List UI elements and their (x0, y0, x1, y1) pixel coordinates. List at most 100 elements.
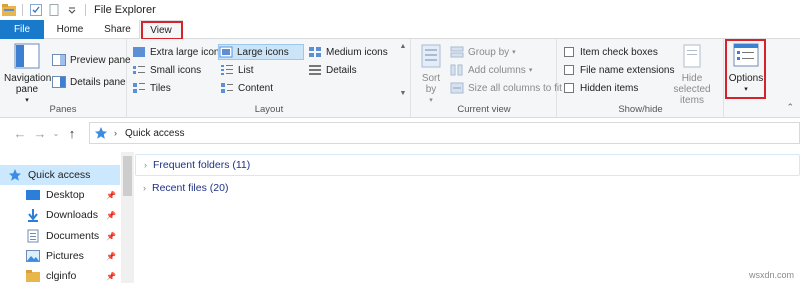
navigation-pane-label: Navigation pane (4, 73, 52, 95)
sort-by-button[interactable]: Sort by ▾ (416, 43, 446, 106)
item-check-boxes-checkbox[interactable] (564, 47, 574, 57)
highlight-box (725, 39, 766, 99)
details-pane-icon (52, 75, 66, 89)
navigation-pane: Quick access Desktop 📌 Downloads 📌 Docum… (0, 160, 120, 283)
navigation-pane-button[interactable]: Navigation pane ▾ (4, 43, 52, 106)
details-pane-label: Details pane (70, 76, 126, 88)
small-icons-label: Small icons (150, 64, 202, 76)
current-view-group-label: Current view (457, 104, 511, 115)
preview-pane-button[interactable]: Preview pane (52, 52, 131, 68)
divider (85, 4, 86, 16)
hide-selected-items-icon (683, 44, 701, 68)
add-columns-button[interactable]: Add columns ▾ (450, 62, 532, 78)
medium-icons-label: Medium icons (326, 46, 388, 58)
hide-selected-items-button[interactable]: Hide selected items (662, 43, 722, 106)
pin-icon[interactable]: 📌 (106, 272, 116, 281)
recent-files-group[interactable]: › Recent files (20) (135, 177, 800, 199)
group-by-icon (450, 45, 464, 59)
customize-toolbar-icon[interactable] (63, 1, 81, 19)
breadcrumb-chevron-icon[interactable]: › (114, 128, 117, 138)
medium-icons-icon (308, 45, 322, 59)
title-bar: File Explorer (0, 0, 800, 20)
scroll-down-icon[interactable]: ▼ (400, 90, 407, 97)
tab-view[interactable]: View (139, 20, 183, 40)
size-all-columns-button[interactable]: Size all columns to fit (450, 80, 562, 96)
address-bar[interactable]: › Quick access (89, 122, 800, 144)
large-icons-label: Large icons (237, 46, 289, 58)
quick-access-star-icon (95, 127, 107, 139)
hidden-items-checkbox[interactable] (564, 83, 574, 93)
content-label: Content (238, 82, 274, 94)
details-label: Details (326, 64, 357, 76)
small-icons-option[interactable]: Small icons (132, 62, 201, 78)
hidden-items-toggle[interactable]: Hidden items (564, 80, 638, 96)
content-option[interactable]: Content (220, 80, 273, 96)
nav-item-downloads[interactable]: Downloads 📌 (0, 205, 120, 225)
chevron-right-icon[interactable]: › (143, 183, 146, 193)
highlight-box (141, 21, 183, 40)
nav-pane-scrollbar[interactable] (121, 152, 134, 283)
new-folder-icon[interactable] (45, 1, 63, 19)
tab-share[interactable]: Share (96, 20, 139, 39)
medium-icons-option[interactable]: Medium icons (308, 44, 388, 60)
breadcrumb-quick-access[interactable]: Quick access (125, 128, 184, 139)
group-by-button[interactable]: Group by ▾ (450, 44, 516, 60)
list-option[interactable]: List (220, 62, 254, 78)
hide-selected-items-label: Hide selected items (673, 73, 711, 106)
sort-by-label: Sort by (421, 73, 441, 95)
tab-file[interactable]: File (0, 20, 44, 39)
tiles-option[interactable]: Tiles (132, 80, 171, 96)
sort-by-icon (421, 44, 441, 68)
folder-icon[interactable] (0, 1, 18, 19)
scrollbar-thumb[interactable] (123, 156, 132, 196)
details-view-icon (308, 63, 322, 77)
item-check-boxes-toggle[interactable]: Item check boxes (564, 44, 658, 60)
divider (22, 4, 23, 16)
forward-icon[interactable]: → (30, 126, 50, 141)
details-pane-button[interactable]: Details pane (52, 74, 126, 90)
pin-icon[interactable]: 📌 (106, 191, 116, 200)
collapse-ribbon-icon[interactable]: ⌃ (786, 102, 794, 113)
nav-item-pictures[interactable]: Pictures 📌 (0, 246, 120, 266)
add-columns-label: Add columns (468, 64, 526, 76)
properties-icon[interactable] (27, 1, 45, 19)
pin-icon[interactable]: 📌 (106, 211, 116, 220)
layout-scroll[interactable]: ▲ ▼ (399, 43, 407, 97)
extra-large-icons-label: Extra large icons (150, 46, 225, 58)
documents-icon (26, 229, 40, 243)
small-icons-icon (132, 63, 146, 77)
desktop-icon (26, 188, 40, 202)
panes-group-label: Panes (49, 104, 77, 115)
file-list: › Frequent folders (11) › Recent files (… (135, 152, 800, 283)
file-name-extensions-toggle[interactable]: File name extensions (564, 62, 675, 78)
nav-item-clginfo[interactable]: clginfo 📌 (0, 266, 120, 283)
list-label: List (238, 64, 254, 76)
layout-group-label: Layout (254, 104, 284, 115)
frequent-folders-label: Frequent folders (11) (153, 159, 251, 171)
back-icon[interactable]: ← (10, 126, 30, 141)
scroll-up-icon[interactable]: ▲ (400, 43, 407, 50)
window-title: File Explorer (94, 4, 156, 16)
recent-locations-icon[interactable]: ⌄ (50, 129, 62, 138)
preview-pane-label: Preview pane (70, 54, 131, 66)
pin-icon[interactable]: 📌 (106, 232, 116, 241)
dropdown-arrow-icon: ▾ (528, 67, 533, 74)
details-option[interactable]: Details (308, 62, 357, 78)
frequent-folders-group[interactable]: › Frequent folders (11) (135, 154, 800, 176)
tab-home[interactable]: Home (44, 20, 96, 39)
chevron-right-icon[interactable]: › (144, 160, 147, 170)
ribbon: Navigation pane ▾ Preview pane Details p… (0, 39, 800, 118)
file-name-extensions-checkbox[interactable] (564, 65, 574, 75)
nav-item-label: Desktop (46, 189, 85, 201)
nav-item-documents[interactable]: Documents 📌 (0, 226, 120, 246)
large-icons-icon (219, 45, 233, 59)
large-icons-option[interactable]: Large icons (218, 44, 304, 60)
dropdown-arrow-icon: ▾ (512, 49, 516, 56)
nav-item-quick-access[interactable]: Quick access (0, 165, 120, 185)
extra-large-icons-option[interactable]: Extra large icons (132, 44, 224, 60)
pin-icon[interactable]: 📌 (106, 252, 116, 261)
pictures-icon (26, 249, 40, 263)
up-icon[interactable]: ↑ (62, 126, 82, 141)
nav-item-label: Documents (46, 230, 100, 242)
nav-item-desktop[interactable]: Desktop 📌 (0, 185, 120, 205)
